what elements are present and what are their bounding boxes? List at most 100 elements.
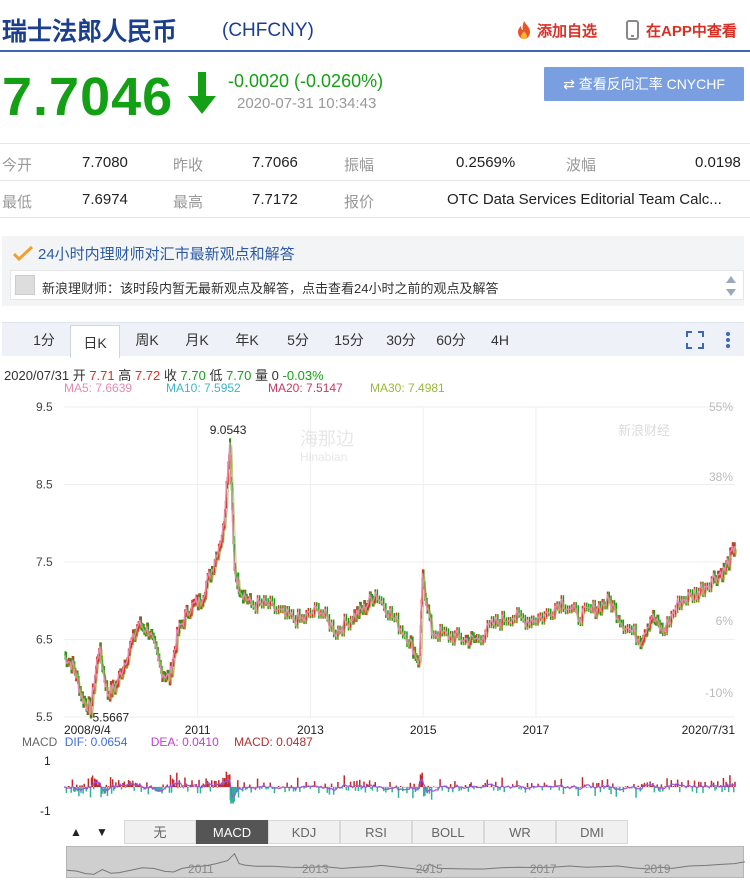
indicator-macd[interactable]: MACD — [196, 820, 268, 844]
view-in-app-label: 在APP中查看 — [646, 23, 737, 40]
indicator-bar: ▲ ▼ 无 MACD KDJ RSI BOLL WR DMI — [66, 820, 746, 844]
add-favorite-button[interactable]: 添加自选 — [515, 20, 597, 41]
overview-tick-label: 2019 — [643, 862, 671, 876]
tab-weekly[interactable]: 周K — [124, 323, 170, 357]
prev-close-label: 昨收 — [173, 157, 204, 174]
page-title: 瑞士法郎人民币 — [2, 18, 178, 46]
ohlc-high: 7.72 — [134, 368, 161, 383]
kline-chart[interactable]: 海那边 Hinabian 新浪财经 9.5 8.5 7.5 6.5 5.5 55% 38% 6… — [0, 395, 750, 820]
down-arrow-icon — [188, 72, 216, 114]
ohlc-vol-label: 量 — [255, 368, 269, 383]
tab-1min[interactable]: 1分 — [22, 323, 66, 357]
macd-dif: DIF: 0.0654 — [64, 735, 128, 749]
period-tabs: 1分 日K 周K 月K 年K 5分 15分 30分 60分 4H — [2, 322, 744, 358]
y-tick-label: 8.5 — [36, 478, 53, 492]
tab-30min[interactable]: 30分 — [378, 323, 424, 357]
add-favorite-label: 添加自选 — [537, 23, 598, 40]
indicator-none[interactable]: 无 — [124, 820, 196, 844]
macd-legend: MACD DIF: 0.0654 DEA: 0.0410 MACD: 0.048… — [22, 735, 313, 749]
phone-icon — [626, 20, 639, 40]
watermark-hinabian-cn: 海那边 — [300, 429, 354, 449]
news-text: 新浪理财师：该时段内暂无最新观点及解答，点击查看24小时之前的观点及解答 — [42, 281, 499, 296]
price-change: -0.0020 (-0.0260%) — [228, 71, 384, 91]
amplitude-label: 振幅 — [344, 157, 375, 174]
macd-dif-line — [63, 778, 736, 799]
indicator-kdj[interactable]: KDJ — [268, 820, 340, 844]
y-tick-label: 5.5 — [36, 710, 53, 724]
max-annotation: 9.0543 — [210, 423, 247, 437]
stats-table: 今开 7.7080 昨收 7.7066 振幅 0.2569% 波幅 0.0198… — [0, 143, 750, 218]
expand-down-icon[interactable]: ▼ — [94, 824, 110, 840]
x-end-label: 2020/7/31 — [682, 723, 736, 737]
ma20-label: MA20: 7.5147 — [268, 381, 343, 395]
macd-tick-label: -1 — [40, 804, 51, 818]
axis-ticks: 9.58.57.56.55.555%38%6%-10%2011 2013 2015 2… — [36, 400, 735, 737]
tab-5min[interactable]: 5分 — [276, 323, 320, 357]
scroll-arrows-icon[interactable] — [725, 274, 737, 298]
current-price: 7.7046 — [2, 67, 174, 127]
wave-value: 0.0198 — [695, 154, 741, 171]
prev-close-value: 7.7066 — [252, 154, 298, 171]
news-item[interactable]: 新浪理财师：该时段内暂无最新观点及解答，点击查看24小时之前的观点及解答 — [10, 270, 744, 300]
fullscreen-icon[interactable] — [685, 330, 705, 350]
page-header: 瑞士法郎人民币 (CHFCNY) 添加自选 在APP中查看 — [0, 0, 750, 52]
macd-dea: DEA: 0.0410 — [150, 735, 219, 749]
low-label: 最低 — [2, 194, 33, 211]
indicator-wr[interactable]: WR — [484, 820, 556, 844]
quote-source-value: OTC Data Services Editorial Team Calc... — [447, 191, 722, 208]
ma30-label: MA30: 7.4981 — [370, 381, 445, 395]
pct-tick-label: -10% — [705, 686, 733, 700]
ohlc-date: 2020/07/31 — [4, 368, 70, 383]
indicator-dmi[interactable]: DMI — [556, 820, 628, 844]
overview-tick-label: 2015 — [415, 862, 443, 876]
macd-panel: 1 -1 — [40, 754, 736, 818]
amplitude-value: 0.2569% — [456, 154, 516, 171]
pct-tick-label: 38% — [709, 470, 733, 484]
collapse-up-icon[interactable]: ▲ — [68, 824, 84, 840]
low-value: 7.6974 — [82, 191, 128, 208]
more-icon[interactable] — [718, 330, 738, 350]
tab-monthly[interactable]: 月K — [174, 323, 220, 357]
tab-4h[interactable]: 4H — [478, 323, 522, 357]
watermark-hinabian-en: Hinabian — [300, 450, 347, 464]
view-in-app-button[interactable]: 在APP中查看 — [626, 20, 737, 41]
macd-value: MACD: 0.0487 — [234, 735, 313, 749]
news-title[interactable]: 24小时内理财师对汇市最新观点和解答 — [12, 243, 295, 264]
tab-daily[interactable]: 日K — [70, 325, 120, 358]
watermark: 海那边 Hinabian 新浪财经 — [300, 423, 670, 464]
symbol-code: (CHFCNY) — [222, 20, 314, 41]
macd-tick-label: 1 — [44, 754, 51, 768]
pct-tick-label: 55% — [709, 400, 733, 414]
x-tick-label: 2017 — [523, 723, 550, 737]
overview-scrollbar[interactable]: 2011 2013 2015 2017 2019 — [66, 846, 745, 878]
quote-source-label: 报价 — [344, 194, 375, 211]
fire-icon — [518, 21, 530, 39]
overview-tick-label: 2011 — [188, 862, 214, 876]
y-tick-label: 7.5 — [36, 555, 53, 569]
overview-tick-label: 2013 — [301, 862, 329, 876]
open-value: 7.7080 — [82, 154, 128, 171]
y-tick-label: 9.5 — [36, 400, 53, 414]
indicator-rsi[interactable]: RSI — [340, 820, 412, 844]
watermark-sina: 新浪财经 — [618, 423, 670, 438]
tab-15min[interactable]: 15分 — [326, 323, 372, 357]
tab-60min[interactable]: 60分 — [428, 323, 474, 357]
x-tick-label: 2015 — [410, 723, 437, 737]
high-label: 最高 — [173, 194, 204, 211]
open-label: 今开 — [2, 157, 33, 174]
pct-tick-label: 6% — [716, 614, 734, 628]
ma5-label: MA5: 7.6639 — [64, 381, 133, 395]
overview-tick-label: 2017 — [529, 862, 557, 876]
quote-time: 2020-07-31 10:34:43 — [237, 95, 377, 112]
trend-tick-icon — [12, 245, 34, 261]
indicator-boll[interactable]: BOLL — [412, 820, 484, 844]
wave-label: 波幅 — [566, 157, 597, 174]
stats-row-2: 最低 7.6974 最高 7.7172 报价 OTC Data Services… — [0, 181, 750, 218]
chart-grid — [64, 406, 735, 718]
advisor-news: 24小时内理财师对汇市最新观点和解答 新浪理财师：该时段内暂无最新观点及解答，点… — [2, 236, 744, 306]
avatar — [15, 275, 35, 295]
reverse-rate-button[interactable]: ⇄ 查看反向汇率 CNYCHF — [544, 67, 744, 101]
stats-row-1: 今开 7.7080 昨收 7.7066 振幅 0.2569% 波幅 0.0198 — [0, 144, 750, 181]
news-title-label: 24小时内理财师对汇市最新观点和解答 — [38, 246, 295, 263]
tab-yearly[interactable]: 年K — [224, 323, 270, 357]
